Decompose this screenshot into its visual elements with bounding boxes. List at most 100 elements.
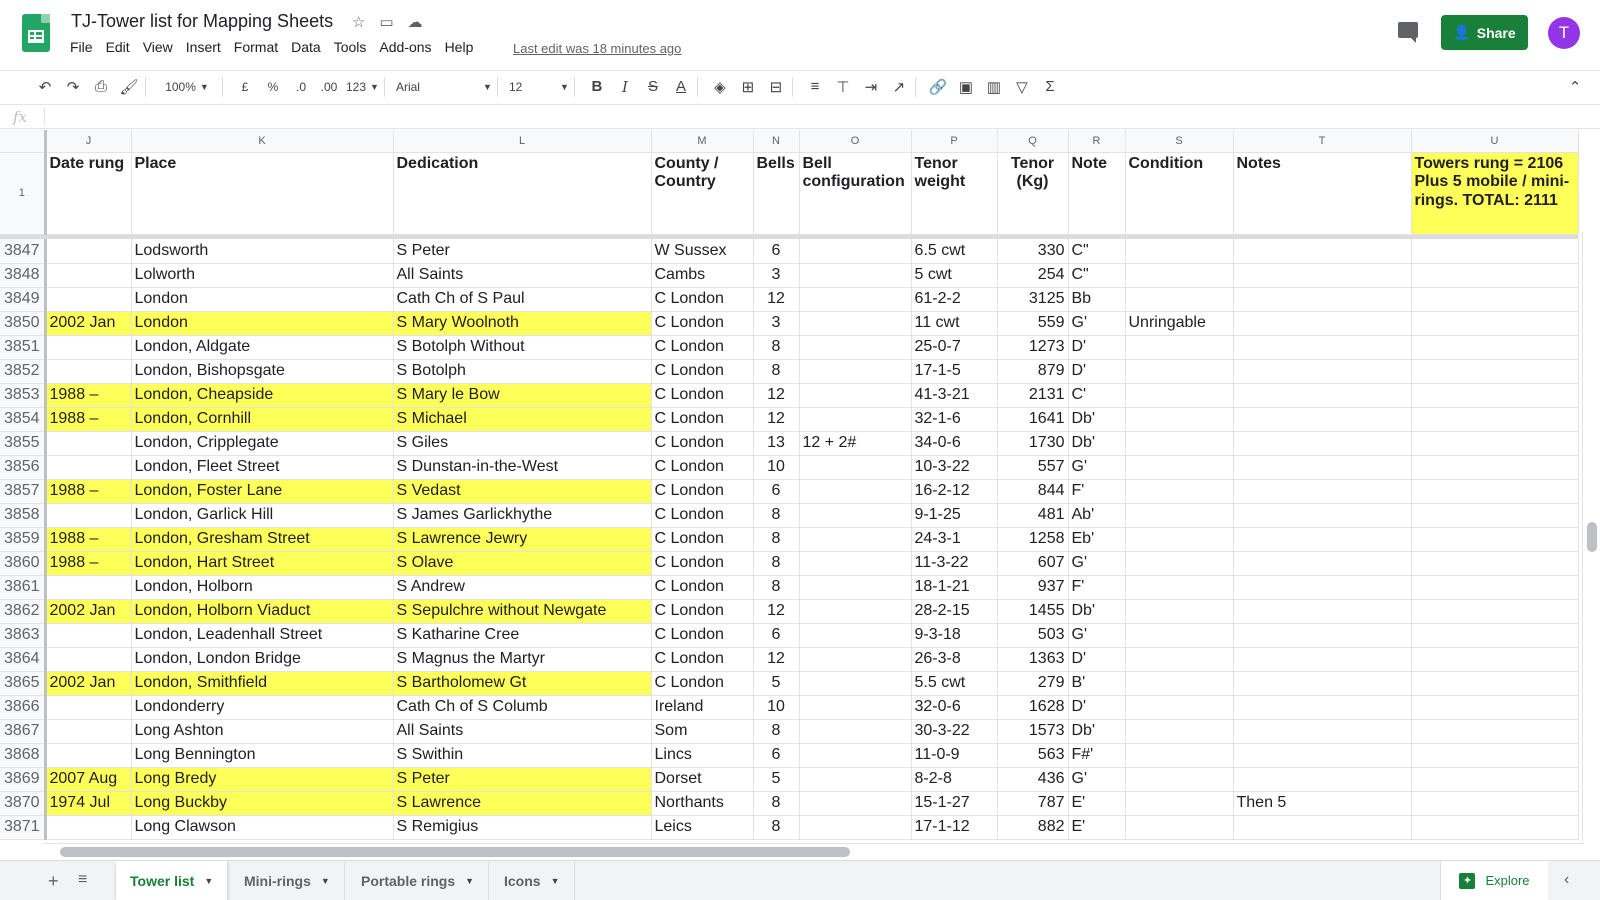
- cell-tw[interactable]: 17-1-5: [911, 359, 998, 384]
- cell-notes[interactable]: [1233, 455, 1412, 480]
- strikethrough-button[interactable]: S: [642, 75, 664, 99]
- cell-county[interactable]: Dorset: [651, 767, 754, 792]
- cell-ded[interactable]: S Swithin: [393, 743, 652, 768]
- cell-bells[interactable]: 10: [753, 455, 800, 480]
- sheet-tab-mini-rings[interactable]: Mini-rings ▼: [230, 861, 345, 900]
- row-number[interactable]: 3859: [0, 527, 47, 552]
- cell-config[interactable]: [799, 767, 912, 792]
- cell-note[interactable]: D': [1068, 359, 1126, 384]
- cell-config[interactable]: [799, 383, 912, 408]
- column-header-p[interactable]: P: [911, 130, 998, 153]
- cell-note[interactable]: G': [1068, 623, 1126, 648]
- cell-place[interactable]: Long Bredy: [131, 767, 394, 792]
- cell-place[interactable]: London, Foster Lane: [131, 479, 394, 504]
- cell-kg[interactable]: 3125: [997, 287, 1069, 312]
- cell-tw[interactable]: 5 cwt: [911, 263, 998, 288]
- cell-bells[interactable]: 3: [753, 263, 800, 288]
- cell-place[interactable]: London, Hart Street: [131, 551, 394, 576]
- cell-note[interactable]: E': [1068, 815, 1126, 840]
- row-number[interactable]: 3852: [0, 359, 47, 384]
- cell-config[interactable]: [799, 239, 912, 264]
- row-number[interactable]: 3856: [0, 455, 47, 480]
- cell-config[interactable]: [799, 647, 912, 672]
- column-header-n[interactable]: N: [753, 130, 800, 153]
- cell-bells[interactable]: 8: [753, 791, 800, 816]
- row-number[interactable]: 3866: [0, 695, 47, 720]
- menu-view[interactable]: View: [143, 39, 173, 55]
- cell-cond[interactable]: [1125, 503, 1234, 528]
- row-number[interactable]: 3855: [0, 431, 47, 456]
- cell-kg[interactable]: 481: [997, 503, 1069, 528]
- row-number[interactable]: 3860: [0, 551, 47, 576]
- cell-cond[interactable]: Unringable: [1125, 311, 1234, 336]
- cell-tw[interactable]: 25-0-7: [911, 335, 998, 360]
- cell-notes[interactable]: [1233, 695, 1412, 720]
- move-folder-icon[interactable]: ▭: [379, 13, 393, 31]
- cell-ded[interactable]: S Andrew: [393, 575, 652, 600]
- cell-empty[interactable]: [1411, 311, 1579, 336]
- cell-tw[interactable]: 34-0-6: [911, 431, 998, 456]
- side-panel-toggle-icon[interactable]: ‹: [1564, 871, 1569, 889]
- add-sheet-icon[interactable]: +: [48, 871, 59, 892]
- cell-kg[interactable]: 1455: [997, 599, 1069, 624]
- menu-format[interactable]: Format: [234, 39, 278, 55]
- cell-tw[interactable]: 30-3-22: [911, 719, 998, 744]
- cell-ded[interactable]: S Remigius: [393, 815, 652, 840]
- sheets-logo-icon[interactable]: [22, 14, 50, 52]
- cell-ded[interactable]: S Lawrence Jewry: [393, 527, 652, 552]
- cell-note[interactable]: Db': [1068, 431, 1126, 456]
- row-number[interactable]: 3851: [0, 335, 47, 360]
- cell-county[interactable]: Lincs: [651, 743, 754, 768]
- cell-ded[interactable]: S Bartholomew Gt: [393, 671, 652, 696]
- cell-config[interactable]: [799, 551, 912, 576]
- header-cell-bells[interactable]: Bells: [753, 152, 800, 235]
- cell-date[interactable]: 2002 Jan: [45, 599, 132, 624]
- cell-place[interactable]: Lodsworth: [131, 239, 394, 264]
- cell-kg[interactable]: 563: [997, 743, 1069, 768]
- cloud-status-icon[interactable]: ☁: [408, 13, 423, 31]
- row-number[interactable]: 3867: [0, 719, 47, 744]
- cell-empty[interactable]: [1411, 743, 1579, 768]
- cell-kg[interactable]: 844: [997, 479, 1069, 504]
- row-number[interactable]: 3853: [0, 383, 47, 408]
- cell-place[interactable]: London, Bishopsgate: [131, 359, 394, 384]
- cell-cond[interactable]: [1125, 263, 1234, 288]
- header-cell-tenor-weight[interactable]: Tenor weight: [911, 152, 998, 235]
- cell-config[interactable]: [799, 791, 912, 816]
- cell-config[interactable]: [799, 287, 912, 312]
- cell-notes[interactable]: [1233, 407, 1412, 432]
- cell-tw[interactable]: 11-0-9: [911, 743, 998, 768]
- row-number[interactable]: 1: [0, 152, 47, 235]
- cell-cond[interactable]: [1125, 575, 1234, 600]
- cell-note[interactable]: Db': [1068, 599, 1126, 624]
- chevron-down-icon[interactable]: ▼: [551, 876, 560, 886]
- cell-cond[interactable]: [1125, 287, 1234, 312]
- chevron-down-icon[interactable]: ▼: [204, 876, 213, 886]
- cell-empty[interactable]: [1411, 815, 1579, 840]
- row-number[interactable]: 3857: [0, 479, 47, 504]
- cell-county[interactable]: C London: [651, 551, 754, 576]
- cell-kg[interactable]: 607: [997, 551, 1069, 576]
- cell-date[interactable]: 1988 –: [45, 479, 132, 504]
- cell-place[interactable]: Long Clawson: [131, 815, 394, 840]
- print-icon[interactable]: ⎙: [90, 75, 112, 99]
- cell-kg[interactable]: 2131: [997, 383, 1069, 408]
- column-header-m[interactable]: M: [651, 130, 754, 153]
- cell-bells[interactable]: 12: [753, 647, 800, 672]
- cell-ded[interactable]: S Giles: [393, 431, 652, 456]
- cell-place[interactable]: London, Aldgate: [131, 335, 394, 360]
- cell-county[interactable]: Leics: [651, 815, 754, 840]
- cell-county[interactable]: C London: [651, 623, 754, 648]
- undo-icon[interactable]: ↶: [34, 75, 56, 99]
- cell-county[interactable]: C London: [651, 479, 754, 504]
- cell-empty[interactable]: [1411, 239, 1579, 264]
- cell-cond[interactable]: [1125, 623, 1234, 648]
- star-icon[interactable]: ☆: [352, 13, 365, 31]
- menu-edit[interactable]: Edit: [106, 39, 130, 55]
- cell-cond[interactable]: [1125, 815, 1234, 840]
- row-number[interactable]: 3847: [0, 239, 47, 264]
- cell-kg[interactable]: 557: [997, 455, 1069, 480]
- cell-cond[interactable]: [1125, 599, 1234, 624]
- spreadsheet-grid[interactable]: JKLMNOPQRSTU 1 Date rung Place Dedication Co…: [0, 130, 1600, 840]
- menu-tools[interactable]: Tools: [334, 39, 367, 55]
